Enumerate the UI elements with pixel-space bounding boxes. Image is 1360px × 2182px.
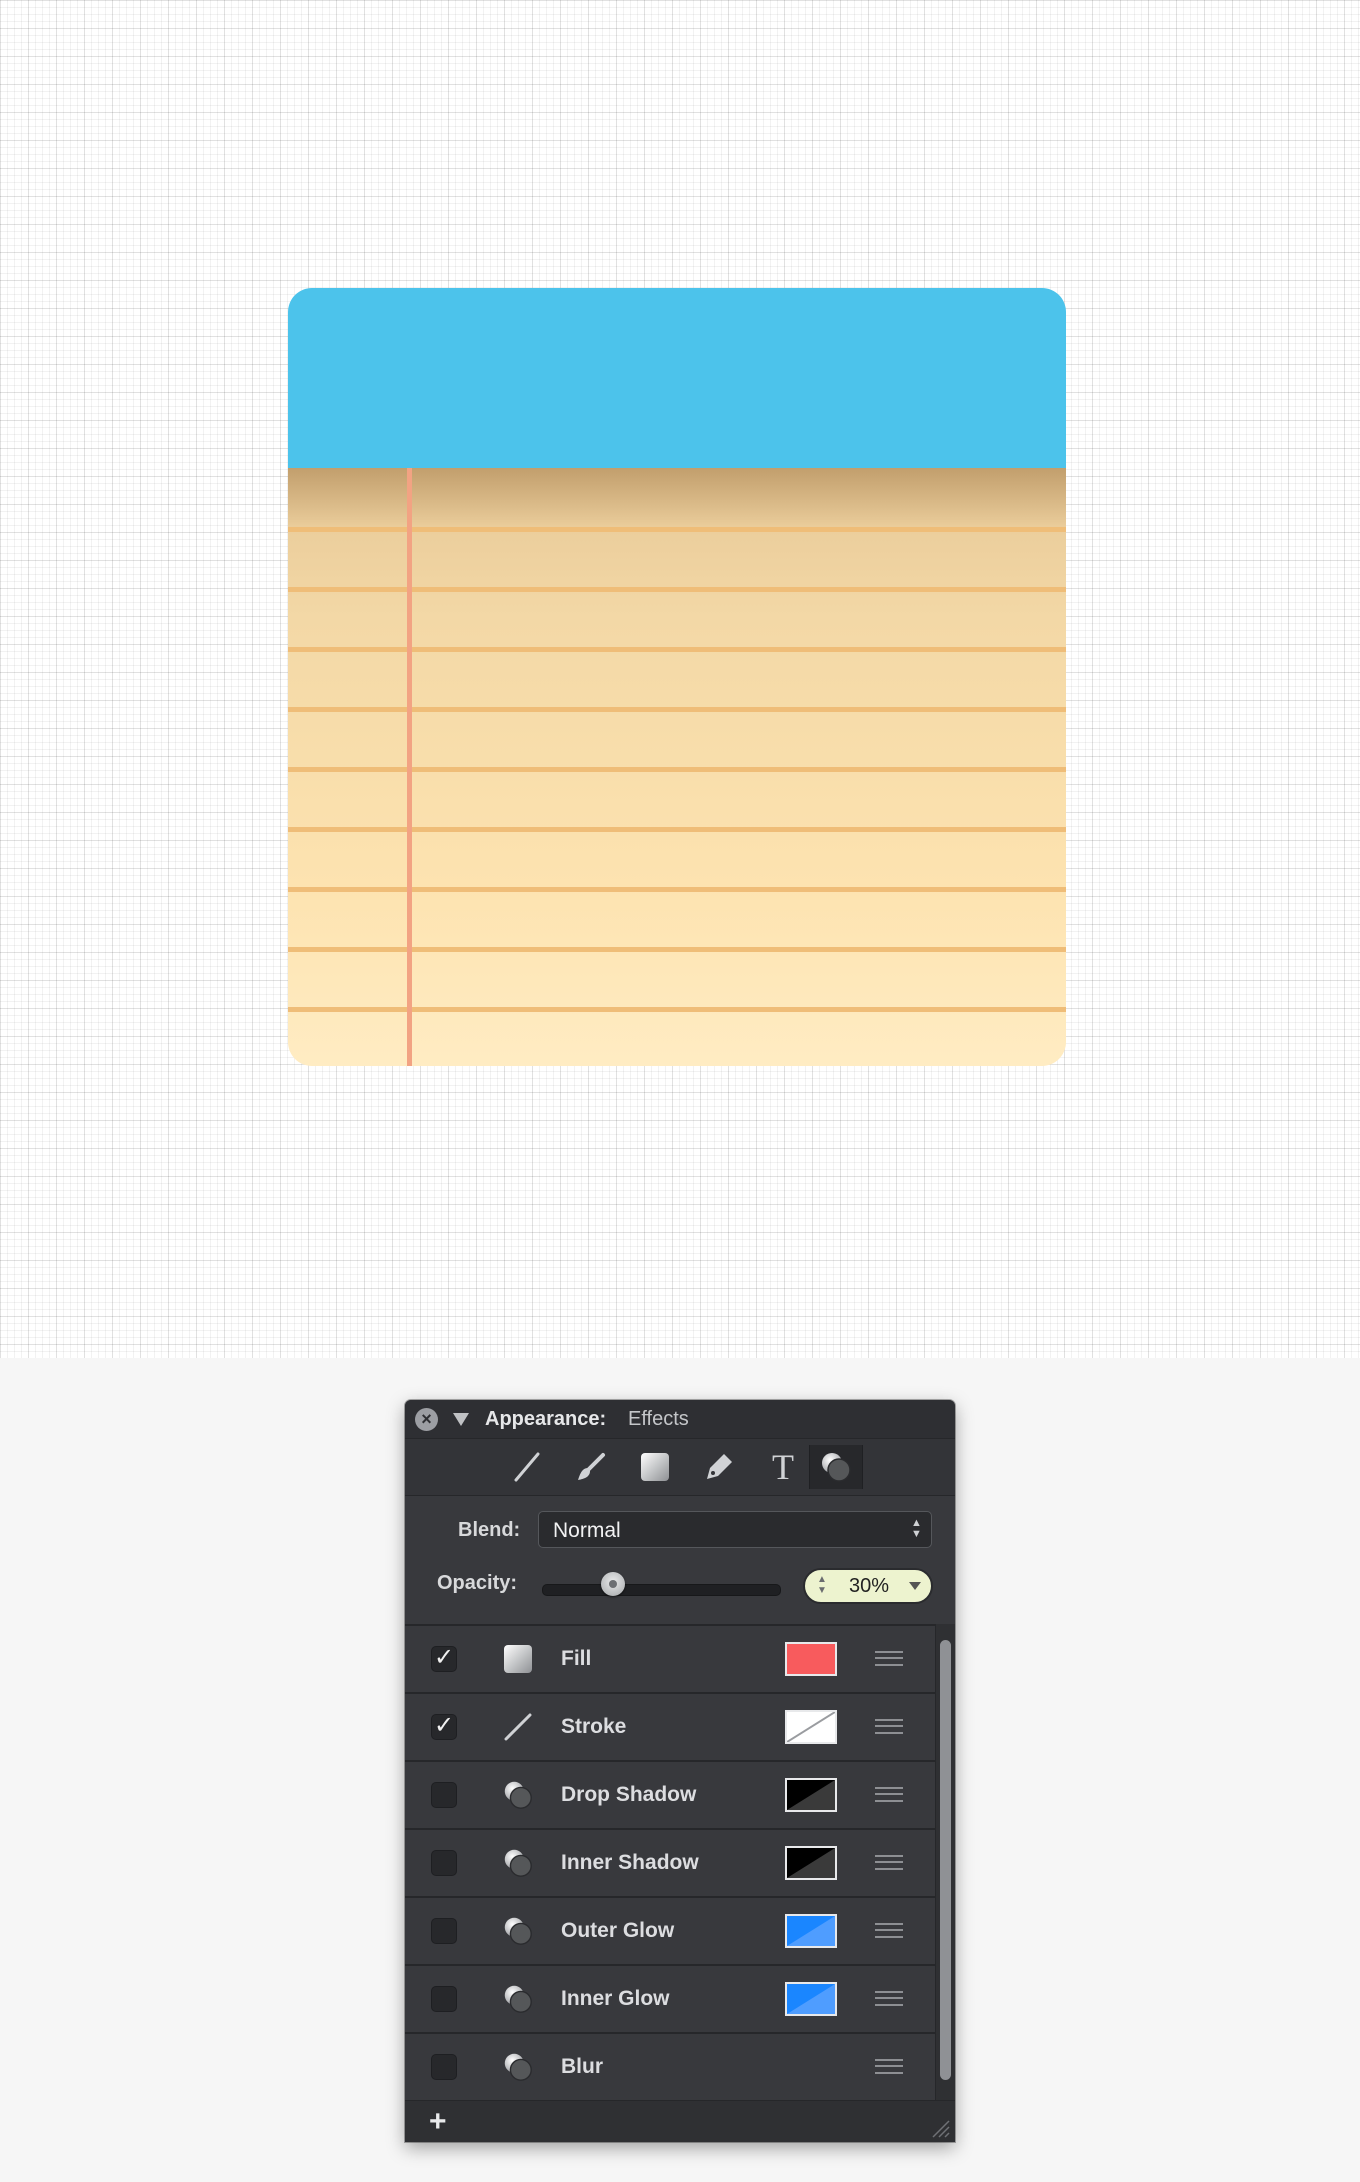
text-tool-button[interactable]: T [757, 1445, 809, 1489]
shadow-icon [501, 1982, 535, 2016]
paper-rule-line [288, 767, 1066, 772]
effect-checkbox[interactable] [431, 1986, 457, 2012]
blend-mode-value: Normal [553, 1519, 621, 1542]
appearance-panel: × Appearance: Effects T Blend: Normal ▲ … [405, 1400, 955, 2142]
panel-bottombar: + [405, 2100, 955, 2142]
color-swatch[interactable] [785, 1982, 837, 2016]
resize-grip-icon[interactable] [927, 2115, 951, 2139]
effect-checkbox[interactable] [431, 1782, 457, 1808]
disclosure-triangle-icon[interactable] [453, 1413, 469, 1426]
text-tool-icon: T [772, 1447, 794, 1487]
shadow-icon [501, 2050, 535, 2084]
color-swatch[interactable] [785, 1710, 837, 1744]
drag-handle-icon[interactable] [875, 1855, 903, 1870]
drag-handle-icon[interactable] [875, 1991, 903, 2006]
effect-label: Blur [561, 2055, 603, 2078]
paper-margin-line [407, 468, 412, 1066]
fill-tool-button[interactable] [629, 1445, 681, 1489]
appearance-toolbar: T [405, 1438, 955, 1496]
effect-row-fill[interactable]: ✓ Fill [405, 1624, 935, 1693]
opacity-slider-knob[interactable] [601, 1572, 626, 1596]
blend-mode-select[interactable]: Normal ▲ ▼ [538, 1511, 932, 1548]
fill-icon [501, 1642, 535, 1676]
effect-checkbox[interactable] [431, 1918, 457, 1944]
paper-top-shadow [288, 468, 1066, 528]
brush-tool-button[interactable] [565, 1445, 617, 1489]
effect-label: Fill [561, 1647, 592, 1670]
effect-row-blur[interactable]: Blur [405, 2032, 935, 2101]
opacity-field[interactable]: ▲ ▼ 30% [803, 1568, 933, 1604]
color-swatch[interactable] [785, 1914, 837, 1948]
effect-checkbox[interactable]: ✓ [431, 1646, 457, 1672]
stroke-icon [501, 1710, 535, 1744]
shadow-icon [501, 1914, 535, 1948]
effect-label: Drop Shadow [561, 1783, 697, 1806]
panel-titlebar[interactable]: × Appearance: Effects [405, 1400, 955, 1438]
effect-row-inner-glow[interactable]: Inner Glow [405, 1964, 935, 2033]
fill-tool-icon [641, 1453, 669, 1481]
brush-tool-icon [578, 1453, 605, 1480]
effect-checkbox[interactable] [431, 2054, 457, 2080]
paper-rule-line [288, 887, 1066, 892]
select-arrows-icon: ▲ ▼ [911, 1517, 922, 1540]
panel-title: Appearance: [485, 1408, 607, 1430]
drag-handle-icon[interactable] [875, 2059, 903, 2074]
effects-list: ✓ Fill ✓ Stroke Drop Shadow Inner Shadow… [405, 1624, 935, 2101]
effects-tool-button[interactable] [809, 1445, 863, 1489]
stroke-tool-button[interactable] [501, 1445, 553, 1489]
color-swatch[interactable] [785, 1846, 837, 1880]
effect-row-outer-glow[interactable]: Outer Glow [405, 1896, 935, 1965]
effect-checkbox[interactable] [431, 1850, 457, 1876]
paper-rule-line [288, 1007, 1066, 1012]
close-icon[interactable]: × [415, 1408, 438, 1431]
shadow-icon [501, 1778, 535, 1812]
effect-row-stroke[interactable]: ✓ Stroke [405, 1692, 935, 1761]
tag-tool-button[interactable] [693, 1445, 745, 1489]
paper-rule-line [288, 707, 1066, 712]
paper-rule-line [288, 947, 1066, 952]
add-effect-button[interactable]: + [429, 2105, 447, 2139]
effect-row-drop-shadow[interactable]: Drop Shadow [405, 1760, 935, 1829]
effects-tool-icon [822, 1453, 851, 1482]
color-swatch[interactable] [785, 1778, 837, 1812]
effect-label: Inner Glow [561, 1987, 670, 2010]
stepper-arrows-icon[interactable]: ▲ ▼ [817, 1574, 827, 1596]
notepad-icon-artwork[interactable] [288, 288, 1066, 1066]
paper-rule-line [288, 827, 1066, 832]
shadow-icon [501, 1846, 535, 1880]
design-canvas[interactable] [0, 0, 1360, 1358]
notepad-paper [288, 468, 1066, 1066]
drag-handle-icon[interactable] [875, 1651, 903, 1666]
color-swatch[interactable] [785, 1642, 837, 1676]
drag-handle-icon[interactable] [875, 1923, 903, 1938]
effect-label: Inner Shadow [561, 1851, 699, 1874]
effect-checkbox[interactable]: ✓ [431, 1714, 457, 1740]
opacity-label: Opacity: [437, 1572, 518, 1594]
paper-rule-line [288, 587, 1066, 592]
blend-label: Blend: [458, 1519, 521, 1541]
effects-scrollbar[interactable] [935, 1624, 955, 2100]
notepad-header [288, 288, 1066, 468]
effect-label: Stroke [561, 1715, 627, 1738]
paper-rule-line [288, 647, 1066, 652]
tag-tool-icon [707, 1454, 732, 1479]
scrollbar-thumb[interactable] [940, 1640, 951, 2080]
drag-handle-icon[interactable] [875, 1719, 903, 1734]
opacity-value: 30% [849, 1575, 890, 1597]
effect-row-inner-shadow[interactable]: Inner Shadow [405, 1828, 935, 1897]
effect-label: Outer Glow [561, 1919, 675, 1942]
chevron-down-icon[interactable] [909, 1582, 921, 1590]
drag-handle-icon[interactable] [875, 1787, 903, 1802]
opacity-slider-track[interactable] [542, 1584, 781, 1596]
paper-rule-line [288, 527, 1066, 532]
panel-subtitle: Effects [628, 1408, 689, 1430]
stroke-tool-icon [514, 1452, 540, 1482]
